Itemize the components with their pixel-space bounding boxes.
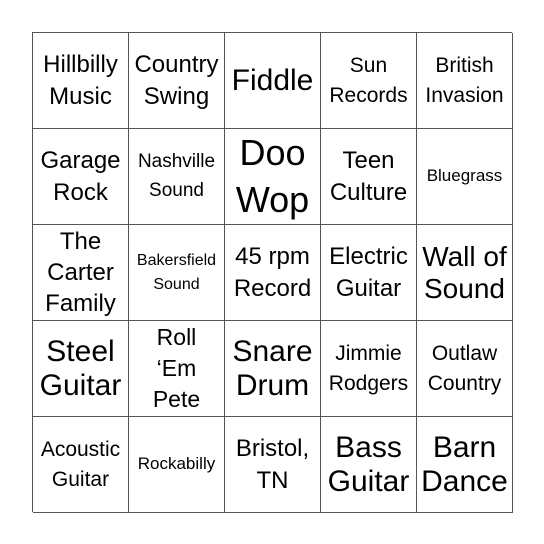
bingo-cell[interactable]: Nashville Sound (129, 129, 225, 225)
bingo-cell-label: The Carter Family (45, 227, 116, 318)
bingo-cell[interactable]: Roll ‘Em Pete (129, 321, 225, 417)
bingo-cell-label: Wall of Sound (422, 241, 507, 304)
bingo-cell[interactable]: Bass Guitar (321, 417, 417, 513)
bingo-cell[interactable]: Outlaw Country (417, 321, 513, 417)
bingo-cell[interactable]: Bluegrass (417, 129, 513, 225)
bingo-cell[interactable]: Electric Guitar (321, 225, 417, 321)
bingo-cell[interactable]: Hillbilly Music (33, 33, 129, 129)
bingo-cell[interactable]: Wall of Sound (417, 225, 513, 321)
bingo-cell-label: Bakersfield Sound (136, 252, 217, 293)
bingo-cell[interactable]: Jimmie Rodgers (321, 321, 417, 417)
bingo-cell-label: Hillbilly Music (43, 51, 118, 110)
bingo-cell-label: Barn Dance (421, 430, 508, 498)
bingo-cell-label: Fiddle (231, 63, 314, 97)
bingo-cell-label: Steel Guitar (39, 334, 122, 402)
bingo-cell[interactable]: Sun Records (321, 33, 417, 129)
bingo-board: Hillbilly Music Country Swing Fiddle Sun Re… (32, 32, 513, 513)
bingo-cell[interactable]: Teen Culture (321, 129, 417, 225)
bingo-cell-label: Sun Records (329, 54, 408, 107)
bingo-cell[interactable]: 45 rpm Record (225, 225, 321, 321)
bingo-cell[interactable]: Acoustic Guitar (33, 417, 129, 513)
bingo-cell-label: Rockabilly (137, 454, 216, 474)
bingo-cell-label: Bristol, TN (235, 435, 310, 494)
bingo-cell-label: Roll ‘Em Pete (152, 324, 201, 412)
bingo-cell[interactable]: Bakersfield Sound (129, 225, 225, 321)
bingo-cell[interactable]: Steel Guitar (33, 321, 129, 417)
bingo-cell[interactable]: Barn Dance (417, 417, 513, 513)
bingo-cell[interactable]: Doo Wop (225, 129, 321, 225)
bingo-cell-label: Doo Wop (235, 131, 310, 220)
bingo-cell[interactable]: Garage Rock (33, 129, 129, 225)
bingo-cell-label: Electric Guitar (329, 243, 408, 302)
bingo-cell-label: Bluegrass (426, 166, 503, 186)
bingo-cell[interactable]: Bristol, TN (225, 417, 321, 513)
bingo-cell-label: Bass Guitar (327, 430, 410, 498)
bingo-cell[interactable]: Fiddle (225, 33, 321, 129)
bingo-cell-label: British Invasion (425, 54, 504, 107)
bingo-cell[interactable]: Rockabilly (129, 417, 225, 513)
bingo-cell-label: Outlaw Country (427, 342, 502, 395)
bingo-cell-label: Garage Rock (40, 147, 121, 206)
bingo-cell-label: Acoustic Guitar (40, 438, 121, 491)
bingo-cell-label: 45 rpm Record (233, 243, 312, 302)
bingo-cell[interactable]: British Invasion (417, 33, 513, 129)
bingo-cell-label: Teen Culture (329, 147, 408, 206)
bingo-cell-label: Country Swing (134, 51, 219, 110)
bingo-cell[interactable]: The Carter Family (33, 225, 129, 321)
bingo-cell-label: Snare Drum (232, 334, 313, 402)
bingo-cell[interactable]: Country Swing (129, 33, 225, 129)
bingo-cell[interactable]: Snare Drum (225, 321, 321, 417)
bingo-cell-label: Nashville Sound (137, 151, 216, 201)
bingo-cell-label: Jimmie Rodgers (328, 342, 409, 395)
